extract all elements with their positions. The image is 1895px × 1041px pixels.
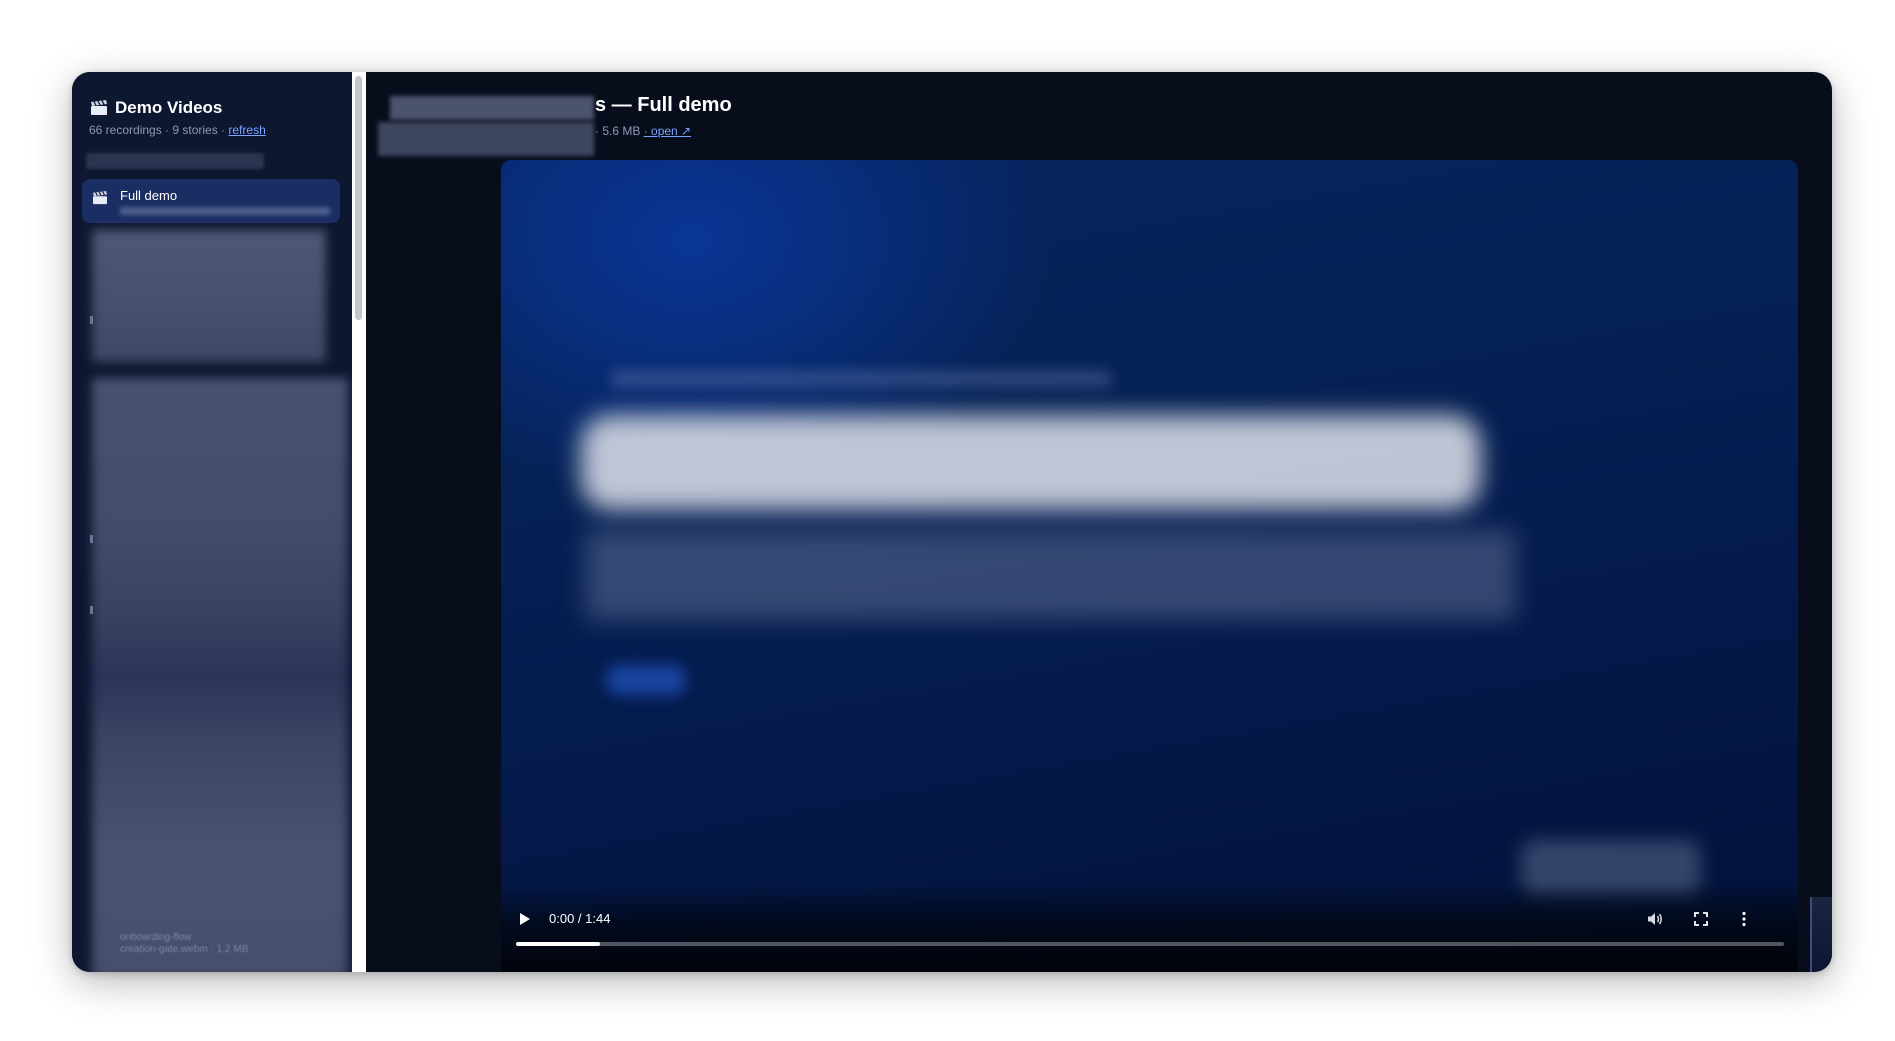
- sidebar-meta: 66 recordings · 9 stories · refresh: [89, 123, 266, 137]
- controls-overlay: [501, 882, 1798, 972]
- file-path-redacted: [378, 122, 594, 156]
- sidebar-item-subtitle: [120, 207, 330, 215]
- time-display: 0:00 / 1:44: [549, 911, 611, 926]
- refresh-link[interactable]: refresh: [228, 123, 265, 137]
- sidebar-title: Demo Videos: [90, 98, 222, 118]
- page-title: s — Full demo: [595, 94, 732, 116]
- thumbnail-preview[interactable]: [1810, 897, 1832, 972]
- file-size: · 5.6 MB: [595, 124, 644, 138]
- list-item-label: onboarding-flow: [120, 932, 192, 943]
- app-window: Demo Videos 66 recordings · 9 stories · …: [72, 72, 1832, 972]
- video-frame-headline: [581, 415, 1481, 510]
- progress-bar[interactable]: [516, 942, 1784, 946]
- group-marker: [90, 316, 93, 324]
- sidebar-item-full-demo[interactable]: Full demo: [82, 179, 340, 223]
- scrollbar-thumb[interactable]: [355, 76, 362, 320]
- video-player[interactable]: 0:00 / 1:44: [501, 160, 1798, 972]
- video-frame-description: [586, 530, 1516, 620]
- open-link[interactable]: · open ↗: [644, 124, 691, 138]
- volume-icon[interactable]: [1646, 911, 1664, 927]
- recording-counts: 66 recordings · 9 stories ·: [89, 123, 229, 137]
- fullscreen-icon[interactable]: [1694, 912, 1708, 926]
- video-frame-pill: [606, 665, 686, 695]
- list-item[interactable]: onboarding-flow creation-gate.webm · 1.2…: [120, 932, 248, 956]
- search-input[interactable]: [86, 153, 264, 169]
- video-meta: · 5.6 MB · open ↗: [595, 124, 691, 138]
- progress-fill: [516, 942, 600, 946]
- play-icon[interactable]: [519, 912, 531, 926]
- group-marker: [90, 606, 93, 614]
- more-options-icon[interactable]: [1741, 911, 1747, 927]
- sidebar-item-label: Full demo: [120, 188, 178, 203]
- video-frame-eyebrow: [611, 370, 1111, 388]
- list-item-subtitle: creation-gate.webm · 1.2 MB: [120, 944, 249, 955]
- clapperboard-icon: [91, 100, 107, 115]
- title-prefix-redacted: [390, 96, 594, 120]
- group-marker: [90, 535, 93, 543]
- sidebar-title-text: Demo Videos: [115, 98, 223, 117]
- list-item[interactable]: [92, 230, 326, 362]
- video-list[interactable]: [92, 378, 348, 972]
- sidebar: Demo Videos 66 recordings · 9 stories · …: [72, 72, 352, 972]
- clapperboard-icon: [93, 191, 107, 205]
